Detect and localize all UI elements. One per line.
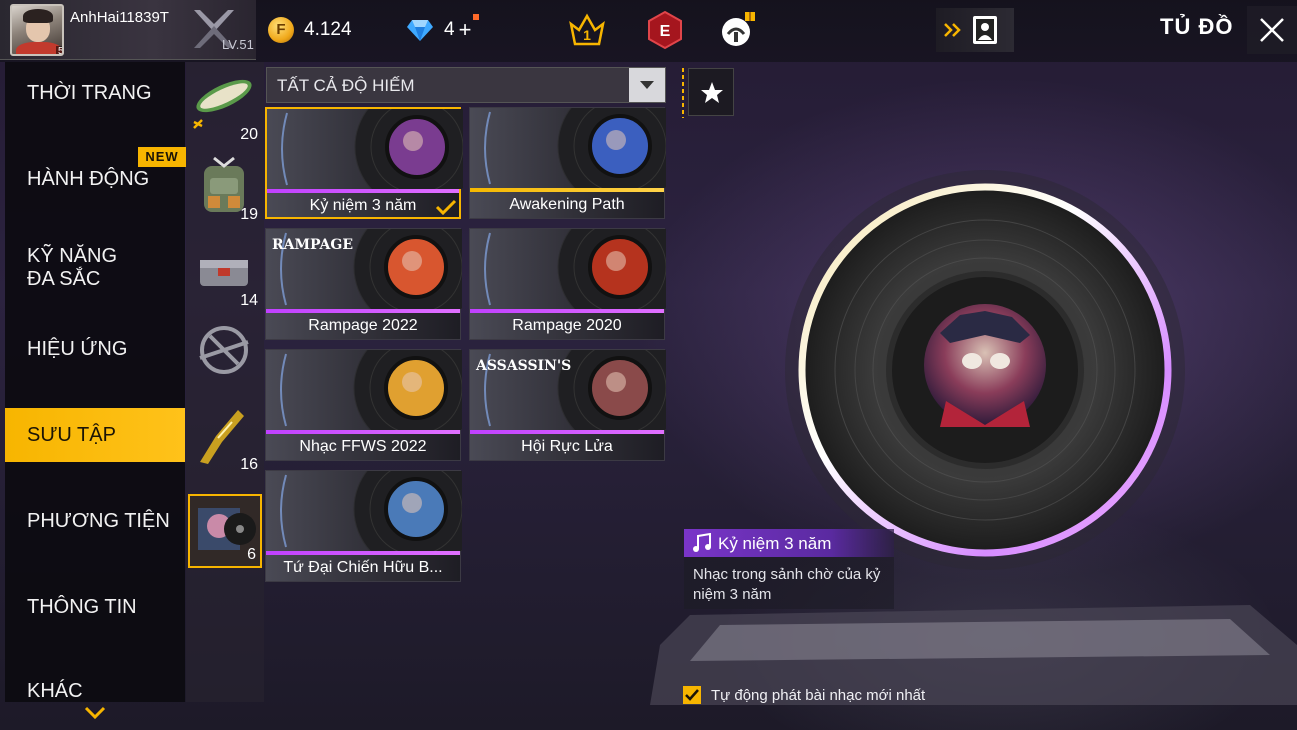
item-info-description: Nhạc trong sảnh chờ của kỷ niệm 3 năm [693,566,881,603]
vinyl-disc-preview [785,170,1185,570]
gift-cloud-icon[interactable] [718,10,758,50]
album-name: Hội Rực Lửa [521,438,613,455]
category-info[interactable]: THÔNG TIN [5,580,185,634]
avatar-level: 51 [56,46,62,54]
rarity-bar [470,430,664,434]
gold-currency: F 4.124 [268,14,352,46]
category-collection[interactable]: SƯU TẬP [5,408,185,462]
svg-text:1: 1 [583,27,591,43]
page-title: TỦ ĐỒ [1160,14,1234,39]
subcategory-music-album[interactable]: 6 [188,494,262,568]
player-level: LV.51 [222,37,254,52]
double-chevron-right-icon [944,23,961,37]
music-album-card[interactable]: Awakening Path [469,107,666,219]
equipped-check-icon [435,199,457,215]
album-name: Awakening Path [509,196,625,213]
subcategory-surfboard[interactable]: 20 [188,72,262,146]
rarity-bar [266,551,460,555]
top-bar: 51 AnhHai11839T LV.51 F 4.124 4 + 1 E [0,0,1297,62]
album-art [267,109,463,189]
top-up-button[interactable]: + [459,14,480,43]
elite-pass-icon[interactable]: E [645,10,685,50]
album-name: Nhạc FFWS 2022 [299,438,427,455]
music-album-card[interactable]: Tứ Đại Chiến Hữu B... [265,470,462,582]
item-info-panel: Kỷ niệm 3 năm Nhạc trong sảnh chờ của kỷ… [684,529,894,609]
album-name: Kỷ niệm 3 năm [309,197,417,214]
music-album-card[interactable]: Nhạc FFWS 2022 [265,349,462,461]
parachute-icon [199,326,249,374]
category-multicolor-skills[interactable]: KỸ NĂNG ĐA SẮC [5,236,185,300]
autoplay-label: Tự động phát bài nhạc mới nhất [711,686,926,704]
music-album-card[interactable]: Kỷ niệm 3 năm [265,107,463,219]
player-profile[interactable]: 51 AnhHai11839T LV.51 [0,0,256,60]
rarity-bar [267,189,459,193]
item-info-title: Kỷ niệm 3 năm [718,534,832,553]
music-album-card[interactable]: RAMPAGE Rampage 2022 [265,228,462,340]
dropdown-arrow-icon[interactable] [629,68,665,102]
rarity-bar [266,309,460,313]
rarity-bar [470,188,664,192]
favorite-button[interactable] [688,68,734,116]
diamond-icon [407,20,433,41]
outfit-switch-button[interactable] [936,8,1014,52]
brand-logo: ASSASSIN'S [476,358,572,374]
autoplay-checkbox[interactable] [683,686,701,704]
svg-text:E: E [660,23,671,40]
diamond-currency[interactable]: 4 + [406,14,480,46]
brand-logo: RAMPAGE [272,237,353,253]
subcategory-backpack[interactable]: 19 [188,152,262,226]
category-fashion[interactable]: THỜI TRANG [5,66,185,120]
rarity-filter-label: TẤT CẢ ĐỘ HIẾM [277,76,415,95]
item-info-header: Kỷ niệm 3 năm [684,529,894,557]
diamond-amount: 4 [444,19,455,40]
album-art [470,108,666,188]
album-name: Tứ Đại Chiến Hữu B... [283,559,443,576]
category-vehicles[interactable]: PHƯƠNG TIỆN [5,494,185,548]
rarity-bar [470,309,664,313]
close-button[interactable] [1247,6,1297,54]
rarity-bar [266,430,460,434]
subcategory-column: 20 19 14 16 6 [186,62,264,702]
player-name: AnhHai11839T [70,9,169,26]
album-name: Rampage 2020 [512,317,622,334]
gold-coin-icon: F [268,17,294,43]
music-note-icon [693,533,711,552]
rank-badge-icon[interactable]: 1 [567,10,607,50]
album-art [266,471,462,551]
music-album-card[interactable]: Rampage 2020 [469,228,666,340]
subcategory-loot-box[interactable]: 14 [188,238,262,312]
character-card-icon [973,16,997,44]
star-icon [701,82,723,103]
category-effects[interactable]: HIỆU ỨNG [5,322,185,376]
new-badge: NEW [138,147,186,167]
close-icon [1260,18,1284,42]
chevron-down-icon[interactable] [84,706,106,720]
album-art [266,350,462,430]
subcategory-parachute[interactable] [188,318,262,392]
check-icon [685,689,699,701]
album-name: Rampage 2022 [308,317,418,334]
gold-amount: 4.124 [304,19,352,40]
album-art [470,229,666,309]
autoplay-toggle[interactable]: Tự động phát bài nhạc mới nhất [683,684,925,706]
divider [682,68,684,118]
subcategory-weapon-skin[interactable]: 16 [188,402,262,476]
rarity-filter-dropdown[interactable]: TẤT CẢ ĐỘ HIẾM [266,67,666,103]
notification-dot [473,14,480,20]
music-album-card[interactable]: ASSASSIN'S Hội Rực Lửa [469,349,666,461]
surfboard-icon [193,79,252,129]
player-avatar[interactable]: 51 [10,4,64,56]
